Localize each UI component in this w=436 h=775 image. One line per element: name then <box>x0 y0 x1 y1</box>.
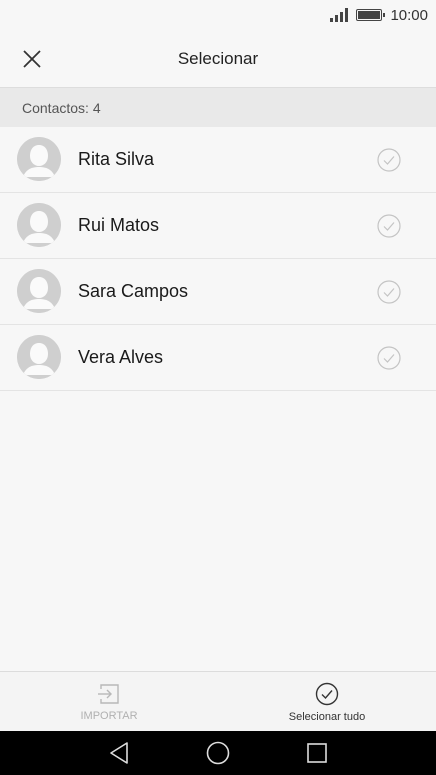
check-circle-icon[interactable] <box>377 148 401 172</box>
contact-name: Rita Silva <box>78 149 155 169</box>
import-label: IMPORTAR <box>80 709 138 722</box>
check-circle-icon[interactable] <box>377 280 401 304</box>
check-circle-icon[interactable] <box>377 346 401 370</box>
avatar <box>17 269 61 313</box>
home-button[interactable] <box>196 731 240 775</box>
contact-list: Rita Silva Rui Matos Sara Campos Vera Al… <box>0 127 436 391</box>
contact-row[interactable]: Rui Matos <box>0 193 436 259</box>
person-icon <box>17 335 61 379</box>
status-bar: 10:00 <box>0 0 436 30</box>
battery-icon <box>356 9 386 21</box>
person-icon <box>17 137 61 181</box>
close-button[interactable] <box>0 30 64 87</box>
avatar <box>17 137 61 181</box>
contact-row[interactable]: Vera Alves <box>0 325 436 391</box>
import-button[interactable]: IMPORTAR <box>0 672 218 732</box>
import-icon <box>98 683 119 704</box>
contacts-count-header: Contactos: 4 <box>0 87 436 127</box>
back-button[interactable] <box>97 731 141 775</box>
app-header: Selecionar <box>0 30 436 87</box>
avatar <box>17 203 61 247</box>
back-triangle-icon <box>110 742 129 764</box>
check-circle-icon[interactable] <box>377 214 401 238</box>
action-bar: IMPORTAR Selecionar tudo <box>0 671 436 731</box>
select-all-button[interactable]: Selecionar tudo <box>218 672 436 732</box>
recents-square-icon <box>306 743 327 763</box>
screen: 10:00 Selecionar Contactos: 4 Rita Silva <box>0 0 436 775</box>
home-circle-icon <box>206 741 230 765</box>
person-icon <box>17 203 61 247</box>
contact-name: Vera Alves <box>78 347 164 367</box>
select-all-label: Selecionar tudo <box>288 710 366 723</box>
contact-row[interactable]: Sara Campos <box>0 259 436 325</box>
signal-icon <box>330 8 349 22</box>
page-title: Selecionar <box>177 48 259 68</box>
recents-button[interactable] <box>295 731 339 775</box>
close-icon <box>23 49 41 68</box>
contact-row[interactable]: Rita Silva <box>0 127 436 193</box>
check-circle-icon <box>315 682 339 705</box>
navigation-bar <box>0 731 436 775</box>
contact-name: Rui Matos <box>78 215 160 235</box>
contact-name: Sara Campos <box>78 281 189 301</box>
status-time: 10:00 <box>390 6 428 24</box>
person-icon <box>17 269 61 313</box>
avatar <box>17 335 61 379</box>
